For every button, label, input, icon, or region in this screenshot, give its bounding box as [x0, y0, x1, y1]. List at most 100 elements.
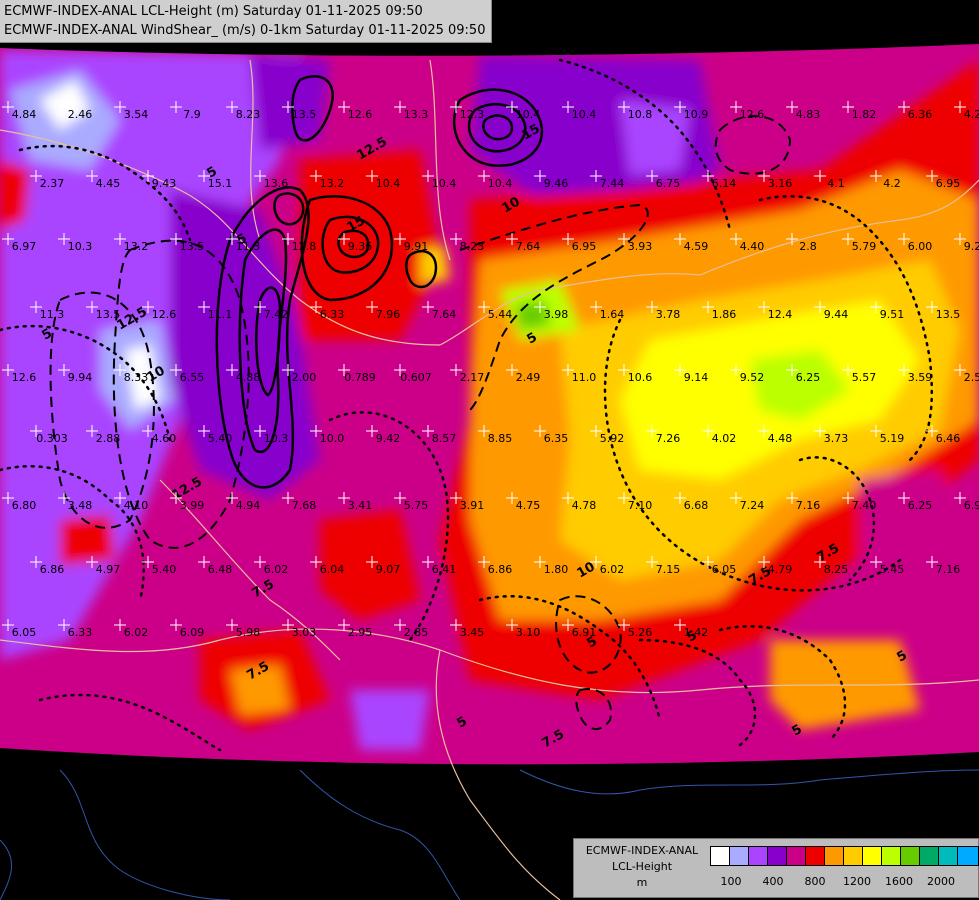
station-value: 11.0	[572, 371, 597, 384]
station-value: 2.00	[292, 371, 317, 384]
station-value: 6.25	[908, 499, 933, 512]
legend-tick: 2000	[927, 875, 955, 888]
legend-title: ECMWF-INDEX-ANAL LCL-Height m	[576, 843, 708, 891]
station-value: 2.17	[460, 371, 485, 384]
station-value: 10.8	[628, 108, 653, 121]
station-value: 9.46	[544, 177, 569, 190]
station-value: 4.60	[152, 432, 177, 445]
station-value: 13.5	[96, 308, 121, 321]
station-value: 7.64	[432, 308, 457, 321]
station-value: 6.86	[488, 563, 513, 576]
station-value: 2.88	[96, 432, 121, 445]
station-value: 4.75	[516, 499, 541, 512]
station-value: 11.3	[236, 240, 261, 253]
station-value: 13.5	[180, 240, 205, 253]
station-value: 6.80	[12, 499, 37, 512]
station-value: 9.36	[348, 240, 373, 253]
station-value: 5.75	[404, 499, 429, 512]
station-value: 9.44	[824, 308, 849, 321]
station-value: 12.8	[292, 240, 317, 253]
legend-swatch	[957, 846, 979, 866]
station-value: 7.64	[516, 240, 541, 253]
legend-tick: 800	[804, 875, 826, 888]
station-value: 6.02	[264, 563, 289, 576]
station-value: 11.1	[208, 308, 233, 321]
station-value: 4.97	[96, 563, 121, 576]
station-value: 6.02	[600, 563, 625, 576]
station-value: 8.23	[460, 240, 485, 253]
station-value: 4.20	[964, 108, 979, 121]
station-value: 5.79	[852, 240, 877, 253]
station-value: 4.94	[236, 499, 261, 512]
legend-tick: 100	[720, 875, 742, 888]
station-value: 13.3	[404, 108, 429, 121]
station-value: 3.45	[460, 626, 485, 639]
station-value: 2.95	[348, 626, 373, 639]
station-value: 10.3	[264, 432, 289, 445]
station-value: 8.23	[236, 108, 261, 121]
station-value: 4.84	[12, 108, 37, 121]
station-value: 7.9	[183, 108, 201, 121]
station-value: 11.3	[40, 308, 65, 321]
station-value: 9.94	[68, 371, 93, 384]
station-value: 9.42	[376, 432, 401, 445]
station-value: 12.6	[152, 308, 177, 321]
legend-model: ECMWF-INDEX-ANAL	[585, 844, 699, 857]
station-value: 2.49	[516, 371, 541, 384]
station-value: 2.46	[68, 108, 93, 121]
station-value: 12.6	[740, 108, 765, 121]
station-value: 10.0	[320, 432, 345, 445]
station-value: 7.40	[852, 499, 877, 512]
station-value: 7.15	[656, 563, 681, 576]
station-value: 9.91	[404, 240, 429, 253]
station-value: 5.26	[628, 626, 653, 639]
station-value: 0.303	[36, 432, 68, 445]
station-value: 4.45	[96, 177, 121, 190]
station-value: 10.3	[68, 240, 93, 253]
station-value: 15.1	[208, 177, 233, 190]
station-value: 8.25	[824, 563, 849, 576]
station-value: 10.4	[376, 177, 401, 190]
station-value: 6.95	[572, 240, 597, 253]
legend-unit: m	[636, 876, 648, 889]
station-value: 4.78	[572, 499, 597, 512]
station-value: 6.04	[320, 563, 345, 576]
station-value: 1.82	[852, 108, 877, 121]
station-value: 7.68	[292, 499, 317, 512]
station-value: 3.41	[348, 499, 373, 512]
station-value: 4.59	[684, 240, 709, 253]
weather-map: 12.5151012.51012.51557.51057.557.557.555…	[0, 0, 979, 900]
station-value: 5.40	[208, 432, 233, 445]
station-value: 3.54	[124, 108, 149, 121]
station-value: 4.79	[768, 563, 793, 576]
station-value: 8.33	[124, 371, 149, 384]
station-value: 7.42	[264, 308, 289, 321]
legend-variable: LCL-Height	[611, 860, 673, 873]
station-value: 12.6	[12, 371, 37, 384]
station-value: 3.91	[460, 499, 485, 512]
station-value: 6.94	[964, 499, 979, 512]
station-value: 5.44	[488, 308, 513, 321]
station-value: 9.07	[376, 563, 401, 576]
station-value: 5.57	[852, 371, 877, 384]
station-value: 6.25	[796, 371, 821, 384]
station-value: 6.05	[12, 626, 37, 639]
station-value: 4.83	[796, 108, 821, 121]
station-value: 4.10	[124, 499, 149, 512]
station-value: 4.48	[768, 432, 793, 445]
legend-tick: 1200	[843, 875, 871, 888]
station-value: 6.41	[432, 563, 457, 576]
station-value: 6.09	[180, 626, 205, 639]
station-value: 6.46	[936, 432, 961, 445]
station-value: 10.4	[572, 108, 597, 121]
station-value: 7.10	[628, 499, 653, 512]
station-value: 5.19	[880, 432, 905, 445]
station-value: 6.95	[936, 177, 961, 190]
station-value: 1.42	[684, 626, 709, 639]
station-value: 6.33	[320, 308, 345, 321]
station-value: 4.40	[740, 240, 765, 253]
station-value: 0.789	[344, 371, 376, 384]
station-value: 6.05	[712, 563, 737, 576]
header-line-1: ECMWF-INDEX-ANAL LCL-Height (m) Saturday…	[4, 4, 423, 19]
station-value: 10.4	[516, 108, 541, 121]
